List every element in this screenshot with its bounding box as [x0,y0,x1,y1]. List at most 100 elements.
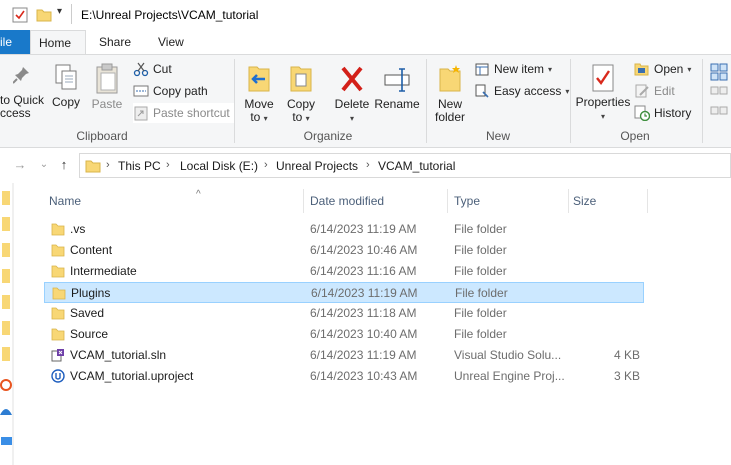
breadcrumb-separator-icon[interactable]: › [106,159,110,171]
breadcrumb-vcam-tutorial[interactable]: VCAM_tutorial [378,159,455,173]
file-type: Unreal Engine Proj... [454,369,565,383]
tab-share[interactable]: Share [91,30,139,54]
file-row[interactable]: Source 6/14/2023 10:40 AM File folder [44,324,644,345]
file-date-modified: 6/14/2023 10:40 AM [310,327,418,341]
open-button[interactable]: Open ▾ [634,59,691,79]
folder-icon [51,328,65,341]
copy-to-button[interactable]: Copy to ▾ [282,63,320,125]
move-to-label-2: to ▾ [250,110,268,124]
rename-icon [384,68,410,92]
folder-icon [52,287,66,300]
column-header-size[interactable]: Size [566,189,648,213]
file-row[interactable]: VCAM_tutorial.sln 6/14/2023 11:19 AM Visua… [44,345,644,366]
move-to-button[interactable]: Move to ▾ [240,63,278,125]
delete-button[interactable]: Delete ▾ [332,63,372,125]
copy-path-icon [133,85,149,97]
address-bar[interactable]: › This PC › Local Disk (E:) › Unreal Pro… [79,153,731,178]
copy-to-label-2: to ▾ [292,110,310,124]
paste-clipboard-icon [96,63,118,94]
up-arrow-icon[interactable]: ↑ [56,157,72,173]
easy-access-button[interactable]: Easy access ▾ [474,81,569,101]
copy-path-button[interactable]: Copy path [133,81,208,101]
copy-path-label: Copy path [153,84,208,98]
properties-quick-access-icon[interactable] [12,7,28,23]
chevron-down-icon: ▾ [687,64,692,74]
history-label: History [654,106,692,120]
file-size: 3 KB [613,369,640,383]
tab-file[interactable]: ile [0,30,30,54]
file-row[interactable]: VCAM_tutorial.uproject 6/14/2023 10:43 AM… [44,366,644,387]
delete-label: Delete [334,97,370,111]
recent-locations-chevron-icon[interactable]: ⌄ [36,157,52,173]
file-row[interactable]: Content 6/14/2023 10:46 AM File folder [44,240,644,261]
properties-button[interactable]: Properties ▾ [574,63,632,123]
navigation-pane[interactable] [0,183,14,465]
cut-label: Cut [153,62,172,76]
breadcrumb-separator-icon[interactable]: › [264,159,268,171]
file-type: File folder [454,264,507,278]
open-folder-icon [634,63,649,76]
breadcrumb-separator-icon[interactable]: › [366,159,370,171]
organize-group-label: Organize [303,129,353,143]
copy-icon [55,64,77,90]
new-folder-button[interactable]: New folder [430,63,470,124]
select-all-icon[interactable] [710,63,728,123]
chevron-down-icon: ▾ [565,86,570,96]
edit-button[interactable]: Edit [634,81,675,101]
file-date-modified: 6/14/2023 11:19 AM [310,222,417,236]
pin-icon [12,65,29,84]
chevron-down-icon: ▾ [263,114,268,123]
rename-button[interactable]: Rename [374,63,420,111]
copy-button[interactable]: Copy [48,63,84,109]
pin-label-2: ccess [0,106,31,120]
file-row[interactable]: Saved 6/14/2023 11:18 AM File folder [44,303,644,324]
easy-access-label: Easy access [494,84,562,98]
file-type: File folder [455,286,508,300]
file-type: File folder [454,327,507,341]
new-item-button[interactable]: New item ▾ [474,59,552,79]
file-type: File folder [454,243,507,257]
ribbon-separator [234,59,235,143]
chevron-down-icon: ▾ [349,114,354,123]
window-title: E:\Unreal Projects\VCAM_tutorial [81,8,259,22]
file-row[interactable]: .vs 6/14/2023 11:19 AM File folder [44,219,644,240]
chevron-down-icon: ▾ [305,114,310,123]
visual-studio-solution-icon [51,349,64,362]
paste-shortcut-icon [134,106,148,121]
column-header-type[interactable]: Type [447,189,569,213]
file-row[interactable]: Plugins 6/14/2023 11:19 AM File folder [44,282,644,303]
file-type: File folder [454,222,507,236]
column-header-name[interactable]: Name ^ [42,189,304,213]
ribbon-separator [702,59,703,143]
pin-to-quick-access-button[interactable]: to Quick ccess [0,63,44,120]
tab-view[interactable]: View [150,30,192,54]
properties-label: Properties [575,95,631,109]
file-date-modified: 6/14/2023 11:19 AM [310,348,417,362]
file-name: VCAM_tutorial.sln [70,348,167,362]
paste-button[interactable]: Paste [88,63,126,111]
breadcrumb-this-pc[interactable]: This PC [118,159,161,173]
paste-shortcut-button[interactable]: Paste shortcut [133,103,234,123]
breadcrumb-separator-icon[interactable]: › [166,159,170,171]
folder-icon [51,223,65,236]
new-folder-quick-access-icon[interactable] [36,7,52,23]
new-item-icon [475,63,489,76]
delete-x-icon [341,66,363,92]
tab-home[interactable]: Home [30,30,86,55]
open-label: Open [654,62,684,76]
breadcrumb-local-disk[interactable]: Local Disk (E:) [180,159,258,173]
file-name: Saved [70,306,105,320]
file-name: VCAM_tutorial.uproject [70,369,194,383]
scissors-icon [133,62,149,77]
move-to-icon [248,66,270,92]
cut-button[interactable]: Cut [133,59,172,79]
copy-label: Copy [51,95,80,109]
column-header-date[interactable]: Date modified [303,189,448,213]
breadcrumb-unreal-projects[interactable]: Unreal Projects [276,159,358,173]
file-row[interactable]: Intermediate 6/14/2023 11:16 AM File folde… [44,261,644,282]
history-button[interactable]: History [634,103,691,123]
back-arrow-icon[interactable]: → [12,157,28,173]
new-group-label: New [485,129,510,143]
file-list[interactable]: Name ^ Date modified Type Size .vs 6/14/2… [14,183,731,465]
ribbon-separator [570,59,571,143]
